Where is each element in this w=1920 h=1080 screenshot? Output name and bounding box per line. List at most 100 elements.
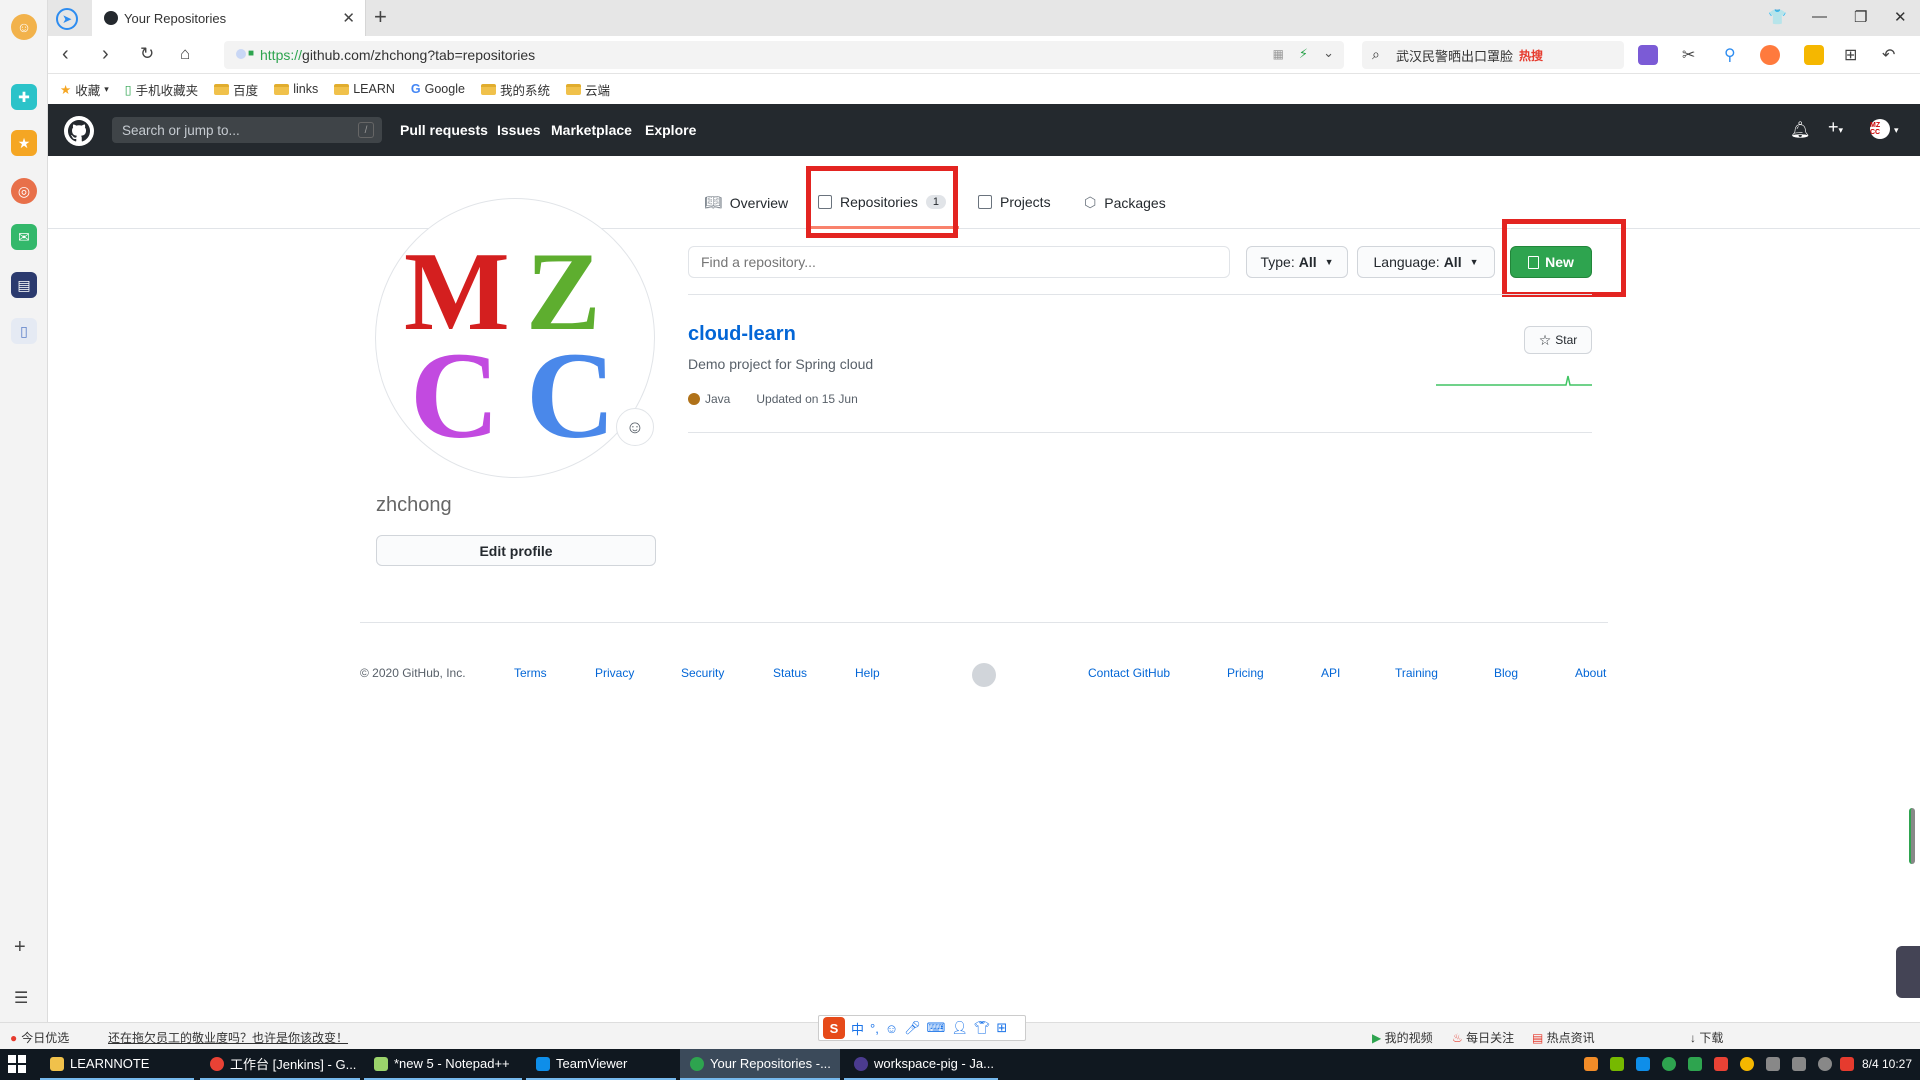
app-launcher-icon[interactable]: ✚: [11, 84, 37, 110]
bookmark-baidu[interactable]: 百度: [214, 80, 258, 99]
footer-link-terms[interactable]: Terms: [514, 666, 547, 680]
footer-link-about[interactable]: About: [1575, 666, 1606, 680]
tray-sogou-icon[interactable]: [1840, 1057, 1854, 1071]
find-repository-input[interactable]: [688, 246, 1230, 278]
nav-explore[interactable]: Explore: [645, 122, 696, 138]
taskbar-item-github[interactable]: Your Repositories -...: [680, 1049, 840, 1080]
shield-icon[interactable]: [1688, 1057, 1702, 1071]
list-menu-icon[interactable]: ☰: [14, 988, 28, 1008]
status-daily-focus[interactable]: ♨ 每日关注: [1452, 1029, 1514, 1046]
speaker-icon[interactable]: [1792, 1057, 1806, 1071]
toolbox-icon[interactable]: ⊞: [996, 1020, 1007, 1036]
magnifier-icon[interactable]: ⚲: [1724, 45, 1744, 65]
bookmark-learn[interactable]: LEARN: [334, 82, 395, 96]
set-status-smiley-icon[interactable]: ☺: [616, 408, 654, 446]
footer-link-status[interactable]: Status: [773, 666, 807, 680]
today-picks[interactable]: ● 今日优选: [10, 1029, 69, 1046]
site-info-icon[interactable]: [236, 49, 246, 59]
bookmark-links[interactable]: links: [274, 82, 318, 96]
new-repository-button[interactable]: New: [1510, 246, 1592, 278]
windows-start-icon[interactable]: [8, 1055, 26, 1073]
footer-link-api[interactable]: API: [1321, 666, 1340, 680]
undo-icon[interactable]: ↶: [1882, 45, 1902, 65]
status-hot-news[interactable]: ▤ 热点资讯: [1532, 1029, 1595, 1046]
tray-teamviewer-icon[interactable]: [1636, 1057, 1650, 1071]
avatar-caret-icon[interactable]: ▾: [1894, 125, 1899, 136]
taskbar-item-jenkins[interactable]: 工作台 [Jenkins] - G...: [200, 1049, 360, 1080]
reload-icon[interactable]: ↻: [140, 44, 154, 64]
skin-icon[interactable]: 👕: [1768, 8, 1787, 26]
user-avatar-menu[interactable]: MZ CC: [1870, 119, 1890, 139]
wallet-icon[interactable]: [1804, 45, 1824, 65]
footer-link-help[interactable]: Help: [855, 666, 880, 680]
minimize-icon[interactable]: —: [1812, 8, 1827, 25]
repo-name-link[interactable]: cloud-learn: [688, 323, 796, 346]
github-logo-icon[interactable]: [64, 116, 94, 146]
emoji-icon[interactable]: ☺: [885, 1021, 898, 1036]
footer-link-pricing[interactable]: Pricing: [1227, 666, 1264, 680]
close-tab-icon[interactable]: ✕: [342, 9, 355, 27]
nvidia-icon[interactable]: [1610, 1057, 1624, 1071]
close-window-icon[interactable]: ✕: [1894, 8, 1907, 26]
browser-search-field[interactable]: ⌕ 武汉民警晒出口罩脸 热搜: [1362, 41, 1624, 69]
star-button[interactable]: ☆ Star: [1524, 326, 1592, 354]
browser-tab-active[interactable]: Your Repositories ✕: [92, 0, 366, 36]
document-icon[interactable]: ▯: [11, 318, 37, 344]
microphone-icon[interactable]: 🎤︎: [904, 1020, 921, 1036]
taskbar-item-notepad[interactable]: *new 5 - Notepad++: [364, 1049, 522, 1080]
ime-mode[interactable]: 中: [851, 1019, 864, 1038]
ime-toolbar[interactable]: S 中 °, ☺ 🎤︎ ⌨ 👤︎ 👕︎ ⊞: [818, 1015, 1026, 1041]
github-search-input[interactable]: Search or jump to... /: [112, 117, 382, 143]
language-filter-dropdown[interactable]: Language: All ▼: [1357, 246, 1495, 278]
sogou-ime-icon[interactable]: S: [823, 1017, 845, 1039]
browser-logo-icon[interactable]: ➤: [56, 8, 78, 30]
user-avatar-icon[interactable]: ☺: [11, 14, 37, 40]
forward-icon[interactable]: ›: [102, 44, 109, 64]
back-icon[interactable]: ‹: [62, 44, 69, 64]
taskbar-item-teamviewer[interactable]: TeamViewer: [526, 1049, 676, 1080]
teamviewer-dock-icon[interactable]: [1896, 946, 1920, 998]
bell-icon[interactable]: 🔔︎: [1790, 120, 1810, 140]
plus-dropdown-icon[interactable]: +▾: [1828, 117, 1843, 138]
edit-profile-button[interactable]: Edit profile: [376, 535, 656, 566]
type-filter-dropdown[interactable]: Type: All ▼: [1246, 246, 1348, 278]
footer-link-contact[interactable]: Contact GitHub: [1088, 666, 1170, 680]
nav-issues[interactable]: Issues: [497, 122, 541, 138]
close-circle-icon[interactable]: [1818, 1057, 1832, 1071]
game-icon[interactable]: [1760, 45, 1780, 65]
footer-link-blog[interactable]: Blog: [1494, 666, 1518, 680]
network-icon[interactable]: [1766, 1057, 1780, 1071]
news-ticker-link[interactable]: 还在拖欠员工的敬业度吗？也许是你该改变！: [108, 1029, 348, 1046]
github-footer-logo-icon[interactable]: [972, 663, 996, 687]
bookmark-mobile[interactable]: ▯ 手机收藏夹: [125, 80, 198, 99]
bookmark-cloud[interactable]: 云端: [565, 80, 610, 99]
user-icon[interactable]: 👤︎: [951, 1020, 968, 1036]
status-my-video[interactable]: ▶ 我的视频: [1372, 1029, 1433, 1046]
home-icon[interactable]: ⌂: [180, 44, 190, 64]
tab-projects[interactable]: Projects: [978, 194, 1051, 210]
favorites-star-icon[interactable]: ★: [11, 130, 37, 156]
tray-app-icon[interactable]: [1584, 1057, 1598, 1071]
tray-security-icon[interactable]: [1740, 1057, 1754, 1071]
footer-link-security[interactable]: Security: [681, 666, 724, 680]
news-app-icon[interactable]: ▤: [11, 272, 37, 298]
new-tab-icon[interactable]: +: [374, 6, 387, 28]
qr-code-icon[interactable]: ▦: [1273, 47, 1284, 61]
nav-pull-requests[interactable]: Pull requests: [400, 122, 488, 138]
tab-packages[interactable]: ⬡ Packages: [1084, 194, 1166, 211]
punctuation-icon[interactable]: °,: [870, 1021, 879, 1036]
url-field[interactable]: ■ https://github.com/zhchong?tab=reposit…: [224, 41, 1344, 69]
taskbar-item-learnnote[interactable]: LEARNNOTE: [40, 1049, 194, 1080]
taskbar-item-eclipse[interactable]: workspace-pig - Ja...: [844, 1049, 998, 1080]
tab-overview[interactable]: 📖︎ Overview: [704, 194, 788, 211]
page-scrollbar[interactable]: [1909, 808, 1915, 864]
bookmark-mysystem[interactable]: 我的系统: [480, 80, 550, 99]
keyboard-icon[interactable]: ⌨: [927, 1020, 946, 1036]
bookmark-google[interactable]: G Google: [411, 82, 465, 96]
scissors-icon[interactable]: ✂: [1682, 45, 1702, 65]
tray-browser-icon[interactable]: [1662, 1057, 1676, 1071]
tray-volume-app-icon[interactable]: [1714, 1057, 1728, 1071]
nav-marketplace[interactable]: Marketplace: [551, 122, 632, 138]
lightning-icon[interactable]: ⚡: [1299, 46, 1308, 62]
translate-icon[interactable]: [1638, 45, 1658, 65]
